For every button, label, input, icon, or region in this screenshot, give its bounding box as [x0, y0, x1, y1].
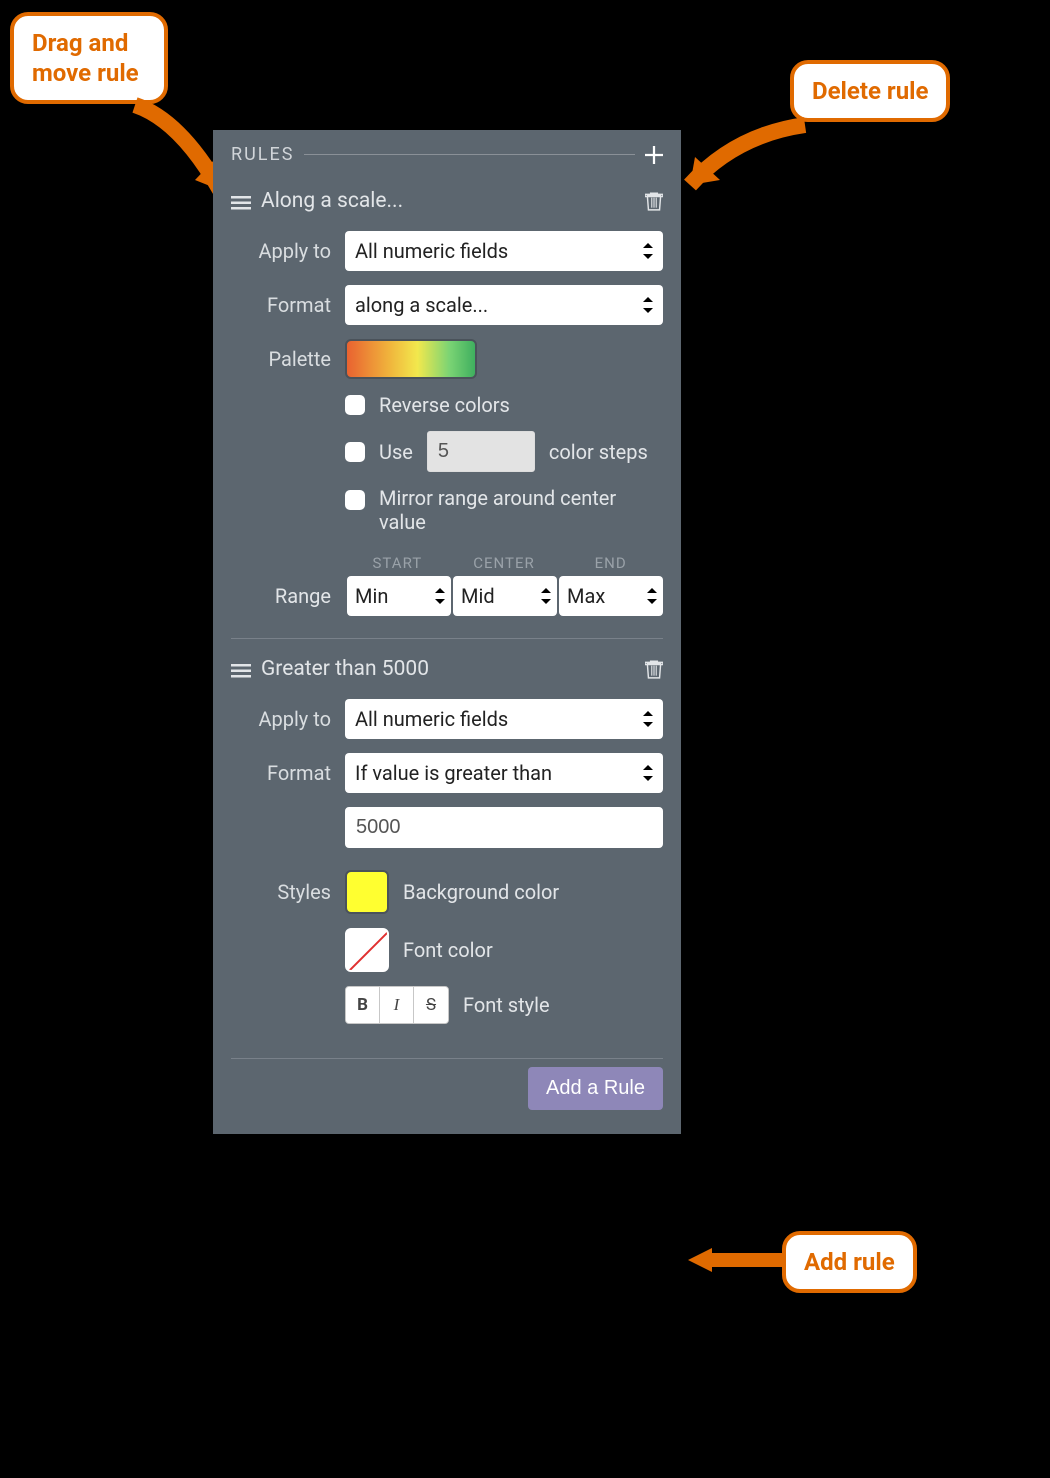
- range-center-header: CENTER: [452, 554, 557, 572]
- arrow-delete: [675, 115, 815, 219]
- font-color-swatch[interactable]: [345, 928, 389, 972]
- format-label: Format: [231, 293, 331, 317]
- add-rule-button[interactable]: Add a Rule: [528, 1067, 663, 1110]
- range-start-header: START: [345, 554, 450, 572]
- rule-title: Along a scale...: [261, 189, 635, 213]
- range-end-header: END: [558, 554, 663, 572]
- add-rule-icon[interactable]: [645, 146, 663, 164]
- rule-block-2: Greater than 5000 Apply to All numeric f…: [231, 647, 663, 1110]
- range-end-select[interactable]: Max: [559, 576, 663, 616]
- color-steps-label: color steps: [549, 440, 648, 464]
- reverse-colors-label: Reverse colors: [379, 393, 510, 417]
- format-label: Format: [231, 761, 331, 785]
- apply-to-select[interactable]: All numeric fields: [345, 231, 663, 271]
- palette-swatch[interactable]: [345, 339, 477, 379]
- delete-rule-icon[interactable]: [645, 659, 663, 679]
- select-caret-icon: [643, 711, 653, 727]
- rule-title: Greater than 5000: [261, 657, 635, 681]
- italic-button[interactable]: I: [380, 987, 414, 1023]
- range-start-select[interactable]: Min: [347, 576, 451, 616]
- apply-to-label: Apply to: [231, 239, 331, 263]
- range-center-value: Mid: [461, 584, 495, 608]
- rules-header-line: [304, 154, 635, 155]
- select-caret-icon: [647, 588, 657, 604]
- delete-rule-icon[interactable]: [645, 191, 663, 211]
- threshold-input[interactable]: [345, 807, 663, 848]
- callout-add-rule: Add rule: [782, 1231, 917, 1293]
- rule-divider: [231, 638, 663, 639]
- mirror-label: Mirror range around center value: [379, 486, 663, 534]
- background-color-label: Background color: [403, 880, 559, 904]
- rule-divider: [231, 1058, 663, 1059]
- format-select[interactable]: If value is greater than: [345, 753, 663, 793]
- rules-header: RULES: [231, 144, 663, 165]
- select-caret-icon: [643, 765, 653, 781]
- font-style-group: B I S: [345, 986, 449, 1024]
- apply-to-label: Apply to: [231, 707, 331, 731]
- range-label: Range: [231, 584, 331, 608]
- select-caret-icon: [435, 588, 445, 604]
- color-steps-input[interactable]: [427, 431, 535, 472]
- font-style-label: Font style: [463, 993, 550, 1017]
- format-value: along a scale...: [355, 293, 488, 317]
- range-end-value: Max: [567, 584, 605, 608]
- background-color-swatch[interactable]: [345, 870, 389, 914]
- drag-handle-icon[interactable]: [231, 661, 251, 677]
- reverse-colors-checkbox[interactable]: [345, 395, 365, 415]
- rule-block-1: Along a scale... Apply to All numeric fi…: [231, 179, 663, 639]
- apply-to-value: All numeric fields: [355, 239, 508, 263]
- strikethrough-button[interactable]: S: [414, 987, 448, 1023]
- callout-delete-rule: Delete rule: [790, 60, 950, 122]
- palette-label: Palette: [231, 347, 331, 371]
- apply-to-select[interactable]: All numeric fields: [345, 699, 663, 739]
- rules-panel: RULES Along a scale... Apply to All nume…: [213, 130, 681, 1134]
- select-caret-icon: [541, 588, 551, 604]
- use-steps-checkbox[interactable]: [345, 442, 365, 462]
- apply-to-value: All numeric fields: [355, 707, 508, 731]
- range-center-select[interactable]: Mid: [453, 576, 557, 616]
- bold-button[interactable]: B: [346, 987, 380, 1023]
- arrow-add: [688, 1248, 788, 1282]
- styles-label: Styles: [231, 880, 331, 904]
- range-headers: START CENTER END: [231, 554, 663, 572]
- format-select[interactable]: along a scale...: [345, 285, 663, 325]
- use-label: Use: [379, 440, 413, 464]
- select-caret-icon: [643, 297, 653, 313]
- rules-header-title: RULES: [231, 144, 294, 165]
- mirror-checkbox[interactable]: [345, 490, 365, 510]
- select-caret-icon: [643, 243, 653, 259]
- drag-handle-icon[interactable]: [231, 193, 251, 209]
- callout-drag-move: Drag and move rule: [10, 12, 168, 104]
- font-color-label: Font color: [403, 938, 493, 962]
- range-start-value: Min: [355, 584, 388, 608]
- format-value: If value is greater than: [355, 761, 552, 785]
